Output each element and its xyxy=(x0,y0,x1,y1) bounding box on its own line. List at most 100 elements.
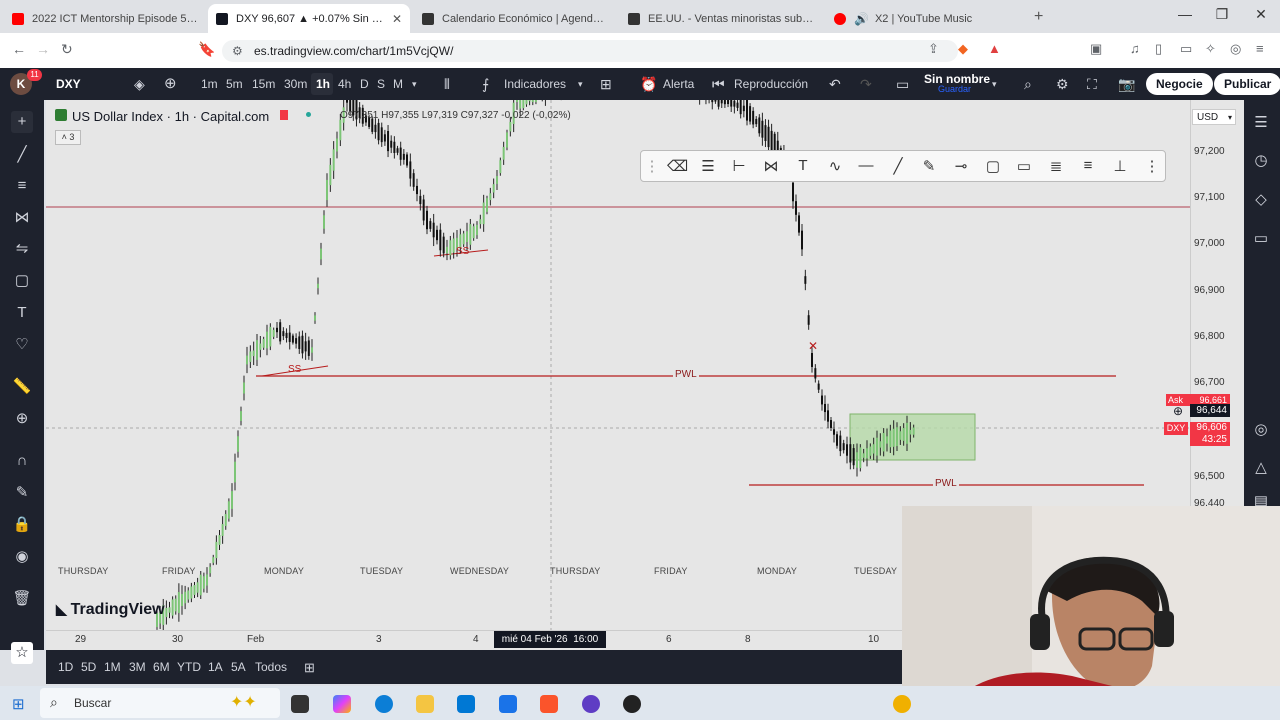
brave-shield-icon[interactable]: ◆ xyxy=(958,41,968,57)
ray-icon[interactable]: ╱ xyxy=(888,157,908,175)
redo-icon[interactable]: ↷ xyxy=(860,68,872,100)
task-view-icon[interactable] xyxy=(291,695,309,713)
site-info-icon[interactable]: ⚙ xyxy=(232,40,243,62)
camera-icon[interactable]: 📷 xyxy=(1118,68,1135,100)
close-window-icon[interactable]: ✕ xyxy=(1241,6,1280,23)
file-explorer-icon[interactable] xyxy=(416,695,434,713)
up-arrow-icon[interactable]: △ xyxy=(1250,458,1272,476)
forward-icon[interactable]: → xyxy=(36,41,50,57)
date-range-icon[interactable]: ⊞ xyxy=(304,660,315,676)
legend-title[interactable]: US Dollar Index · 1h · Capital.com xyxy=(72,109,269,124)
eraser-icon[interactable]: ⌫ xyxy=(667,157,688,175)
anchor-icon[interactable]: ⊥ xyxy=(1110,157,1130,175)
url-input[interactable]: ⚙ es.tradingview.com/chart/1m5VcjQW/ xyxy=(222,40,958,62)
curve-icon[interactable]: ∿ xyxy=(825,157,845,175)
pattern-tool-icon[interactable]: ⋈ xyxy=(761,157,781,175)
target-icon[interactable]: ◎ xyxy=(1250,420,1272,438)
heart-icon[interactable]: ♡ xyxy=(11,334,33,356)
range-1d[interactable]: 1D xyxy=(58,660,73,674)
text-icon[interactable]: T xyxy=(11,302,33,324)
search-icon[interactable]: ⌕ xyxy=(1024,68,1032,100)
store-icon[interactable] xyxy=(457,695,475,713)
callout-icon[interactable]: ▭ xyxy=(1014,157,1034,175)
bookmark-icon[interactable]: 🔖 xyxy=(198,41,215,58)
interval-s[interactable]: S xyxy=(377,68,385,100)
replay-button[interactable]: Reproducción xyxy=(734,68,808,100)
drag-handle-icon[interactable]: ⋮ xyxy=(642,157,662,175)
shapes-icon[interactable]: ▢ xyxy=(11,270,33,292)
media-icon[interactable]: ♫ xyxy=(1130,41,1140,56)
indicators-button[interactable]: Indicadores xyxy=(504,68,566,100)
back-icon[interactable]: ← xyxy=(12,41,26,57)
weather-icon[interactable] xyxy=(893,695,911,713)
fib-icon[interactable]: ≡ xyxy=(11,175,33,197)
hline-icon[interactable]: — xyxy=(856,157,876,174)
layers-icon[interactable]: ◇ xyxy=(1250,190,1272,208)
leo-icon[interactable]: ✧ xyxy=(1205,41,1216,57)
menu-icon[interactable]: ≡ xyxy=(1256,41,1264,56)
lock-icon[interactable]: 🔒 xyxy=(11,514,33,536)
interval-d[interactable]: D xyxy=(360,68,369,100)
text-tool-icon[interactable]: T xyxy=(793,157,813,174)
brave-taskbar-icon[interactable] xyxy=(540,695,558,713)
brush-icon[interactable]: ✎ xyxy=(919,157,939,175)
brave-rewards-icon[interactable]: ▲ xyxy=(988,41,1001,56)
share-icon[interactable]: ⇪ xyxy=(928,41,939,57)
add-alert-icon[interactable]: ⊕ xyxy=(1170,404,1186,418)
browser-tab-ict[interactable]: 2022 ICT Mentorship Episode 5 - You xyxy=(4,4,206,33)
save-layout-link[interactable]: Guardar xyxy=(938,80,971,94)
ruler-icon[interactable]: 📏 xyxy=(11,376,33,398)
windows-start-icon[interactable]: ⊞ xyxy=(12,695,25,713)
ss-label[interactable]: SS xyxy=(456,246,469,257)
range-1a[interactable]: 1A xyxy=(208,660,223,674)
pwl-label[interactable]: PWL xyxy=(673,369,699,380)
indicators-collapse[interactable]: ˄ 3 xyxy=(55,130,81,145)
range-all[interactable]: Todos xyxy=(255,660,287,674)
range-6m[interactable]: 6M xyxy=(153,660,170,674)
edge-icon[interactable] xyxy=(375,695,393,713)
browser-tab-tradingview[interactable]: DXY 96,607 ▲ +0.07% Sin nomb ✕ xyxy=(208,4,410,33)
app-icon[interactable] xyxy=(582,695,600,713)
undo-icon[interactable]: ↶ xyxy=(829,68,841,100)
pattern-icon[interactable]: ⋈ xyxy=(11,207,33,229)
interval-1m[interactable]: 1m xyxy=(201,68,218,100)
wallet-icon[interactable]: ▭ xyxy=(1180,41,1192,57)
more-icon[interactable]: ⋮ xyxy=(1142,157,1162,175)
chevron-down-icon[interactable]: ▾ xyxy=(412,68,417,100)
horizontal-ray-icon[interactable]: ⊸ xyxy=(951,157,971,175)
settings-icon[interactable]: ⚙ xyxy=(1056,68,1069,100)
magnet-icon[interactable]: ∩ xyxy=(11,450,33,472)
interval-m[interactable]: M xyxy=(393,68,403,100)
interval-4h[interactable]: 4h xyxy=(338,68,351,100)
reload-icon[interactable]: ↻ xyxy=(61,41,73,58)
mail-icon[interactable] xyxy=(499,695,517,713)
eye-icon[interactable]: ◉ xyxy=(11,546,33,568)
minimize-icon[interactable]: — xyxy=(1165,6,1205,22)
chevron-down-icon[interactable]: ▾ xyxy=(578,68,583,100)
list-alt-icon[interactable]: ≡ xyxy=(1078,157,1098,174)
new-tab-icon[interactable]: + xyxy=(1034,8,1043,26)
zoom-in-icon[interactable]: ⊕ xyxy=(11,408,33,430)
chevron-down-icon[interactable]: ▾ xyxy=(992,68,997,100)
rectangle-icon[interactable]: ▢ xyxy=(983,157,1003,175)
interval-30m[interactable]: 30m xyxy=(284,68,307,100)
range-5d[interactable]: 5D xyxy=(81,660,96,674)
pwl-label[interactable]: PWL xyxy=(933,478,959,489)
watchlist-icon[interactable]: ☰ xyxy=(1250,113,1272,131)
alert-button[interactable]: Alerta xyxy=(663,68,694,100)
maximize-icon[interactable]: ❐ xyxy=(1202,6,1242,23)
extension-icon[interactable]: ▣ xyxy=(1090,41,1102,57)
trash-icon[interactable]: 🗑 xyxy=(11,588,33,610)
prediction-icon[interactable]: ⇋ xyxy=(11,238,33,260)
range-5a[interactable]: 5A xyxy=(231,660,246,674)
lines-icon[interactable]: ☰ xyxy=(698,157,718,175)
list-icon[interactable]: ≣ xyxy=(1046,157,1066,175)
chat-icon[interactable]: ▭ xyxy=(1250,229,1272,247)
currency-select[interactable]: USD ▾ xyxy=(1192,109,1236,125)
browser-tab-youtube-music[interactable]: 🔊 X2 | YouTube Music xyxy=(826,4,1026,33)
copilot-icon[interactable] xyxy=(333,695,351,713)
favorites-star-icon[interactable]: ☆ xyxy=(11,642,33,664)
interval-1h[interactable]: 1h xyxy=(316,68,330,100)
crosshair-icon[interactable]: + xyxy=(11,111,33,133)
range-1m[interactable]: 1M xyxy=(104,660,121,674)
